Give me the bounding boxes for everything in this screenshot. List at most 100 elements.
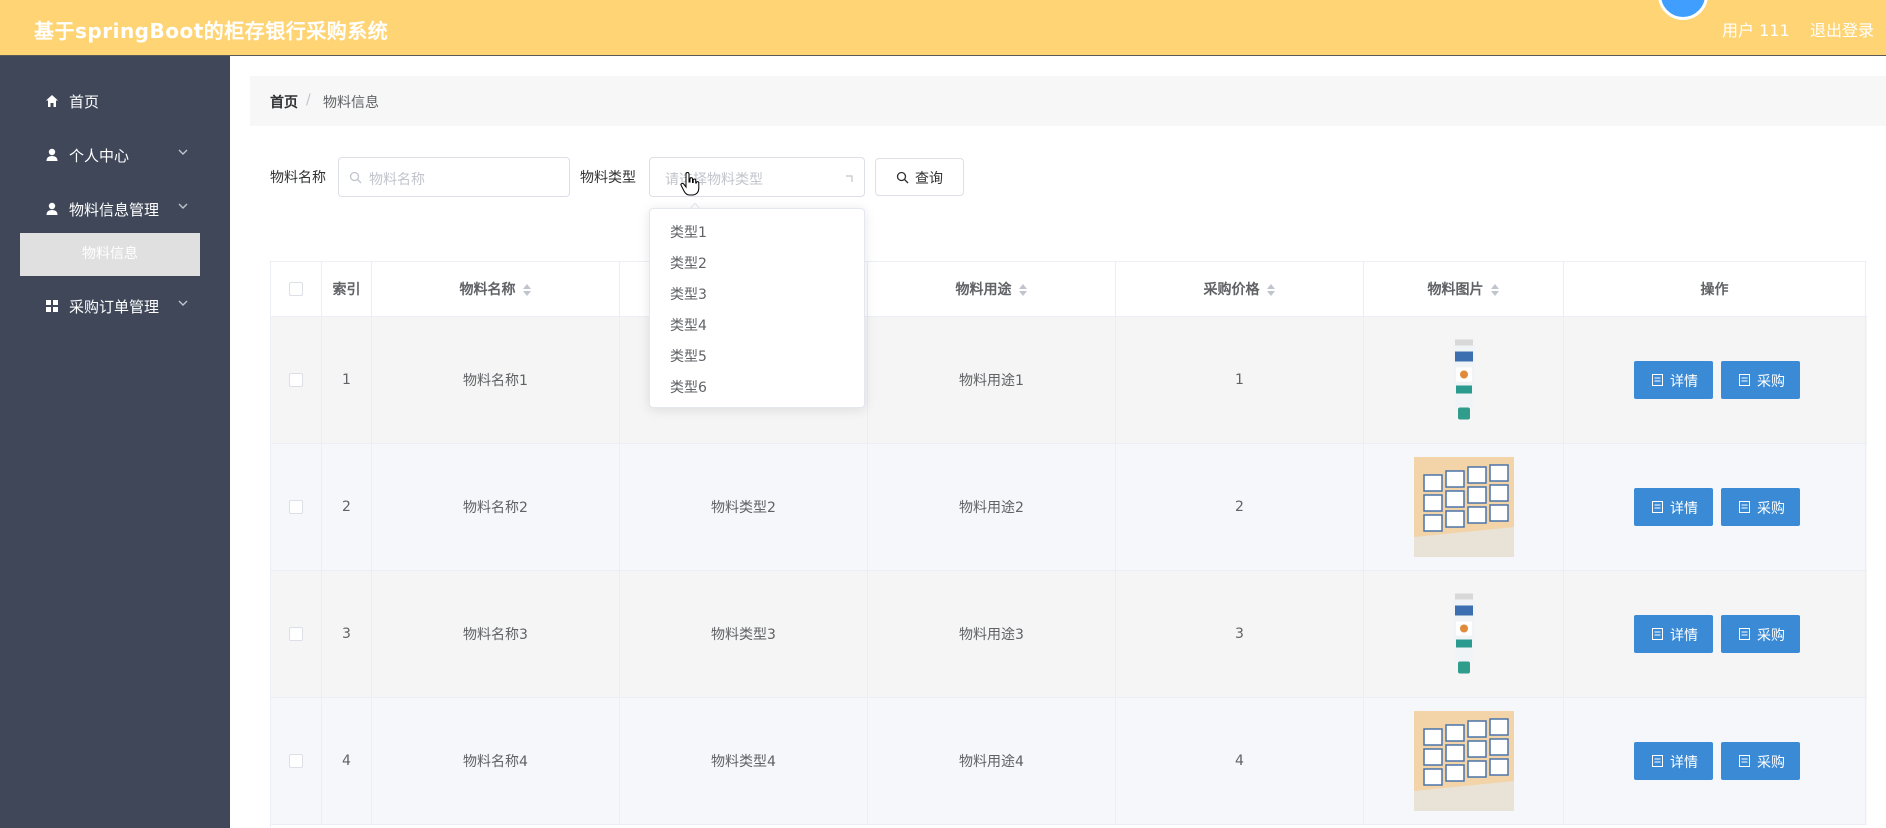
header-price[interactable]: 采购价格	[1116, 262, 1364, 316]
detail-button-label: 详情	[1670, 374, 1698, 390]
row-checkbox[interactable]	[289, 373, 303, 387]
cell-index-text: 1	[342, 372, 351, 388]
current-user: 用户 111	[1722, 21, 1790, 40]
cell-price: 1	[1116, 317, 1364, 443]
chevron-down-icon	[178, 300, 188, 306]
header-index-label: 索引	[332, 282, 361, 298]
chevron-down-icon	[178, 203, 188, 209]
toothpaste-image[interactable]	[1449, 338, 1479, 423]
sort-icon[interactable]	[1018, 283, 1028, 297]
table-row: 3 物料名称3 物料类型3 物料用途3 3 详情 采购	[271, 571, 1867, 698]
header-name-label: 物料名称	[459, 282, 516, 298]
header-image-label: 物料图片	[1427, 282, 1484, 298]
cell-name: 物料名称4	[372, 698, 620, 824]
chevron-down-icon	[178, 149, 188, 155]
sidebar-item-personal-center[interactable]: 个人中心	[0, 128, 230, 182]
row-select-cell	[271, 444, 322, 570]
table-row: 1 物料名称1 物料类型1 物料用途1 1 详情 采购	[271, 317, 1867, 444]
dropdown-option[interactable]: 类型5	[650, 339, 864, 370]
dropdown-option-label: 类型1	[670, 225, 707, 241]
search-icon	[349, 171, 362, 184]
dropdown-option-label: 类型2	[670, 256, 707, 272]
tissue-rolls-image[interactable]	[1413, 457, 1514, 557]
header-actions-label: 操作	[1700, 282, 1729, 298]
cell-image	[1364, 571, 1564, 697]
cell-index: 3	[322, 571, 372, 697]
breadcrumb-home[interactable]: 首页	[270, 92, 298, 112]
dropdown-option[interactable]: 类型4	[650, 308, 864, 339]
purchase-button[interactable]: 采购	[1721, 742, 1800, 780]
document-icon	[1739, 374, 1750, 386]
detail-button[interactable]: 详情	[1634, 488, 1713, 526]
row-select-cell	[271, 317, 322, 443]
dropdown-option-label: 类型4	[670, 318, 707, 334]
sidebar-item-home[interactable]: 首页	[0, 74, 230, 128]
cell-usage: 物料用途3	[868, 571, 1116, 697]
dropdown-option[interactable]: 类型6	[650, 370, 864, 401]
header-usage-label: 物料用途	[955, 282, 1012, 298]
cell-name: 物料名称3	[372, 571, 620, 697]
dropdown-option[interactable]: 类型2	[650, 246, 864, 277]
cell-index-text: 4	[342, 753, 351, 769]
detail-button[interactable]: 详情	[1634, 742, 1713, 780]
header-name[interactable]: 物料名称	[372, 262, 620, 316]
material-name-placeholder: 物料名称	[369, 172, 425, 188]
sidebar-item-purchase-orders[interactable]: 采购订单管理	[0, 279, 230, 333]
detail-button[interactable]: 详情	[1634, 361, 1713, 399]
dropdown-option[interactable]: 类型1	[650, 215, 864, 246]
row-select-cell	[271, 571, 322, 697]
document-icon	[1652, 501, 1663, 513]
row-checkbox[interactable]	[289, 754, 303, 768]
sidebar-item-material-management[interactable]: 物料信息管理	[0, 182, 230, 236]
logout-link[interactable]: 退出登录	[1810, 17, 1874, 41]
row-checkbox[interactable]	[289, 627, 303, 641]
query-button-label: 查询	[915, 171, 943, 187]
cell-name: 物料名称1	[372, 317, 620, 443]
dropdown-option-label: 类型3	[670, 287, 707, 303]
cell-price-text: 3	[1235, 626, 1244, 642]
cell-index-text: 2	[342, 499, 351, 515]
detail-button-label: 详情	[1670, 501, 1698, 517]
purchase-button[interactable]: 采购	[1721, 615, 1800, 653]
document-icon	[1739, 755, 1750, 767]
cell-actions: 详情 采购	[1564, 317, 1866, 443]
cell-actions: 详情 采购	[1564, 698, 1866, 824]
breadcrumb: 首页 / 物料信息	[250, 76, 1886, 126]
document-icon	[1652, 755, 1663, 767]
cell-usage: 物料用途1	[868, 317, 1116, 443]
sort-icon[interactable]	[1490, 283, 1500, 297]
toothpaste-image[interactable]	[1449, 592, 1479, 677]
detail-button-label: 详情	[1670, 755, 1698, 771]
sort-icon[interactable]	[1266, 283, 1276, 297]
cell-index: 2	[322, 444, 372, 570]
dropdown-option-label: 类型6	[670, 380, 707, 396]
material-name-input[interactable]: 物料名称	[338, 157, 570, 197]
sort-icon[interactable]	[522, 283, 532, 297]
detail-button[interactable]: 详情	[1634, 615, 1713, 653]
sidebar-item-label: 采购订单管理	[69, 298, 160, 316]
cell-price: 2	[1116, 444, 1364, 570]
detail-button-label: 详情	[1670, 628, 1698, 644]
cell-usage: 物料用途2	[868, 444, 1116, 570]
sidebar-subitem-material-info[interactable]: 物料信息	[20, 233, 200, 276]
document-icon	[1652, 374, 1663, 386]
cell-price: 3	[1116, 571, 1364, 697]
avatar[interactable]	[1658, 0, 1708, 20]
home-icon	[46, 95, 58, 107]
header-index: 索引	[322, 262, 372, 316]
query-button[interactable]: 查询	[875, 158, 964, 196]
purchase-button[interactable]: 采购	[1721, 361, 1800, 399]
header-price-label: 采购价格	[1203, 282, 1260, 298]
row-select-cell	[271, 698, 322, 824]
material-type-dropdown: 类型1 类型2 类型3 类型4 类型5 类型6	[649, 208, 865, 408]
header-usage[interactable]: 物料用途	[868, 262, 1116, 316]
cell-actions: 详情 采购	[1564, 571, 1866, 697]
purchase-button-label: 采购	[1757, 374, 1785, 390]
tissue-rolls-image[interactable]	[1413, 711, 1514, 811]
header-image[interactable]: 物料图片	[1364, 262, 1564, 316]
dropdown-option[interactable]: 类型3	[650, 277, 864, 308]
row-checkbox[interactable]	[289, 500, 303, 514]
purchase-button[interactable]: 采购	[1721, 488, 1800, 526]
select-all-checkbox[interactable]	[289, 282, 303, 296]
cell-name-text: 物料名称3	[463, 627, 528, 643]
